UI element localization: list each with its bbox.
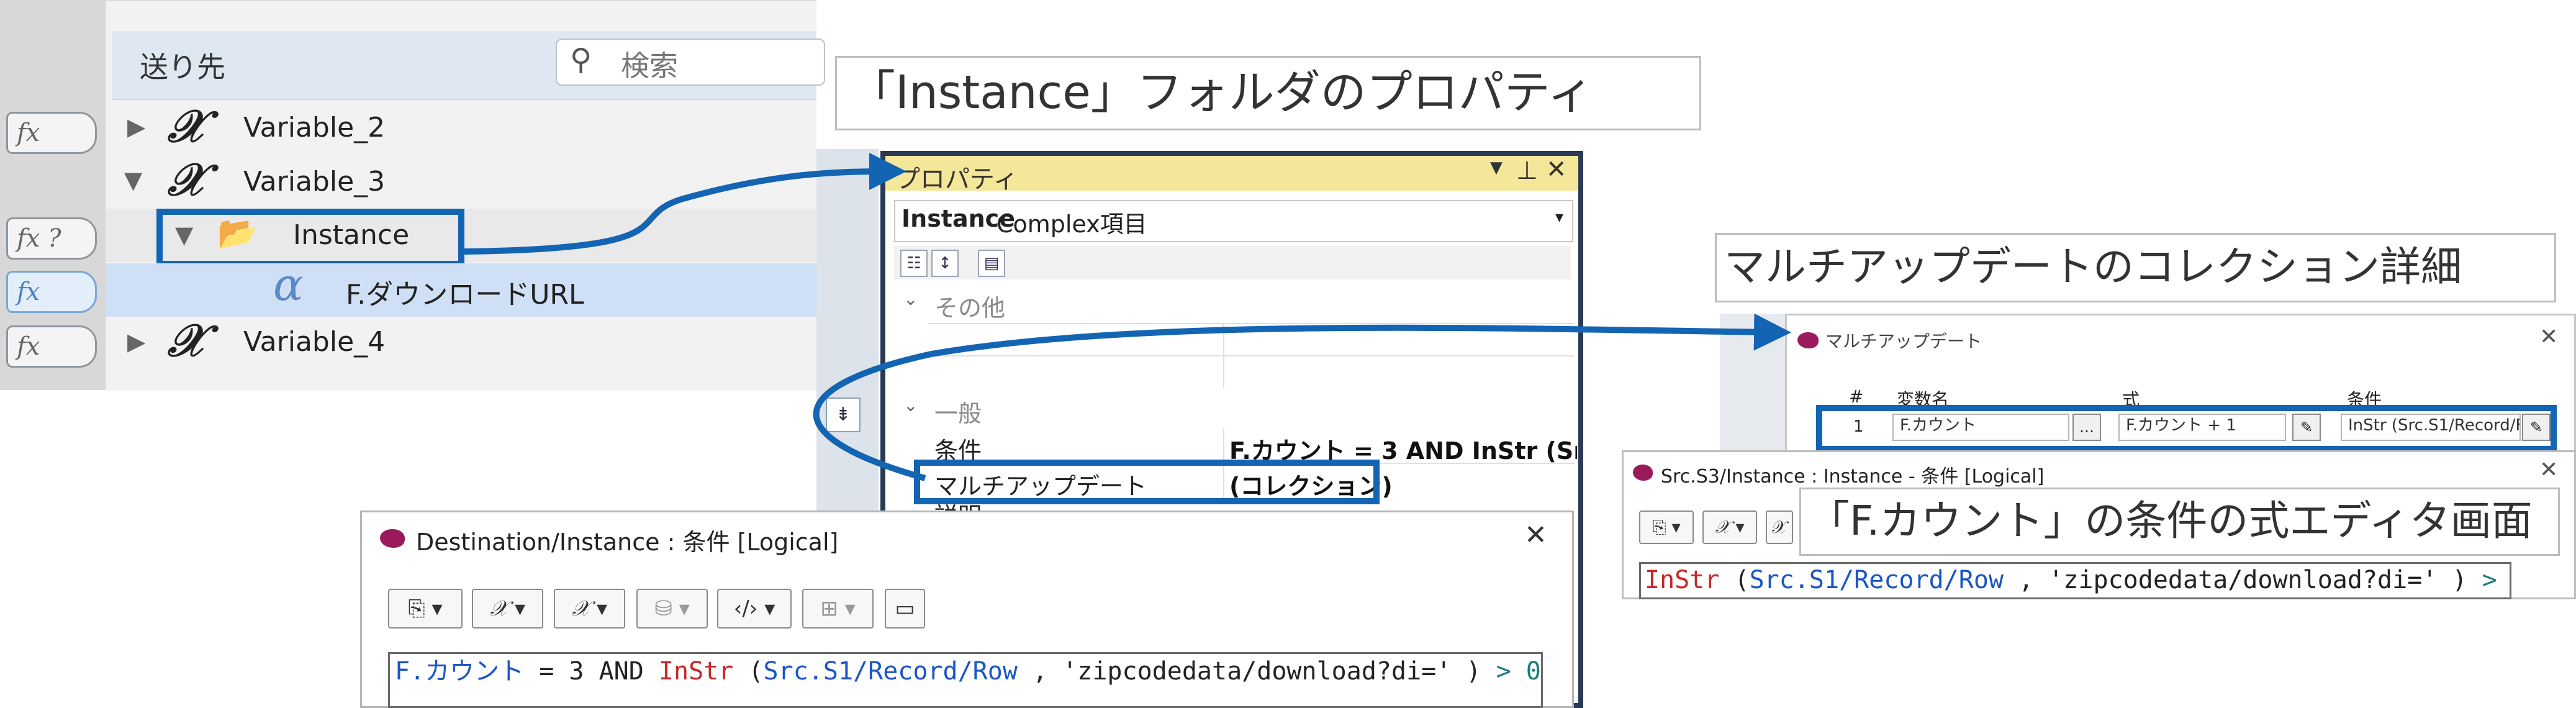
arrow-to-properties — [464, 153, 906, 255]
arrow-to-multi-update — [813, 313, 1791, 481]
connector-arrows — [464, 153, 1791, 481]
